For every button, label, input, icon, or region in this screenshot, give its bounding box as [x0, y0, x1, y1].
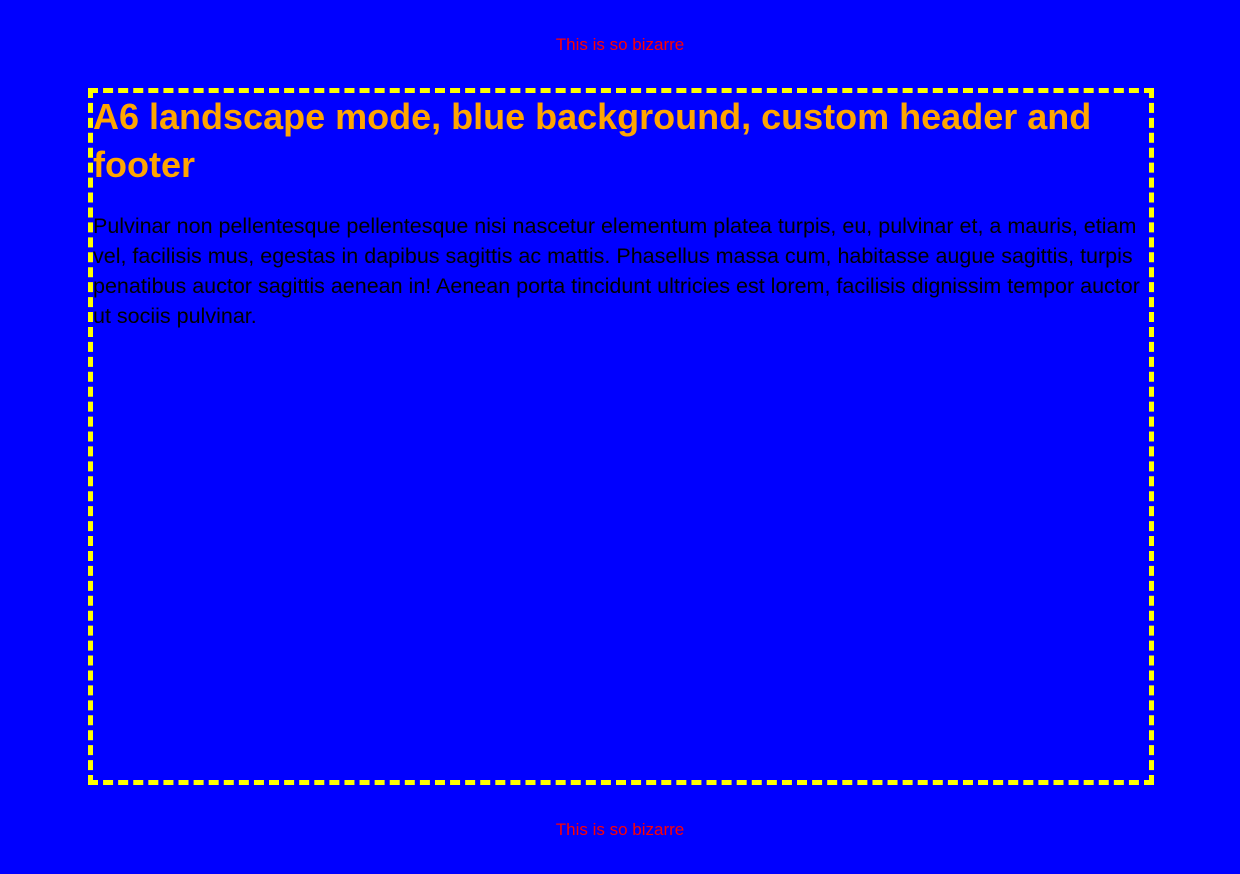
content-body: A6 landscape mode, blue background, cust…: [93, 93, 1143, 331]
page-header: This is so bizarre: [555, 35, 685, 54]
page-footer: This is so bizarre: [555, 820, 685, 839]
body-paragraph: Pulvinar non pellentesque pellentesque n…: [93, 214, 1140, 328]
document-title: A6 landscape mode, blue background, cust…: [93, 96, 1092, 185]
